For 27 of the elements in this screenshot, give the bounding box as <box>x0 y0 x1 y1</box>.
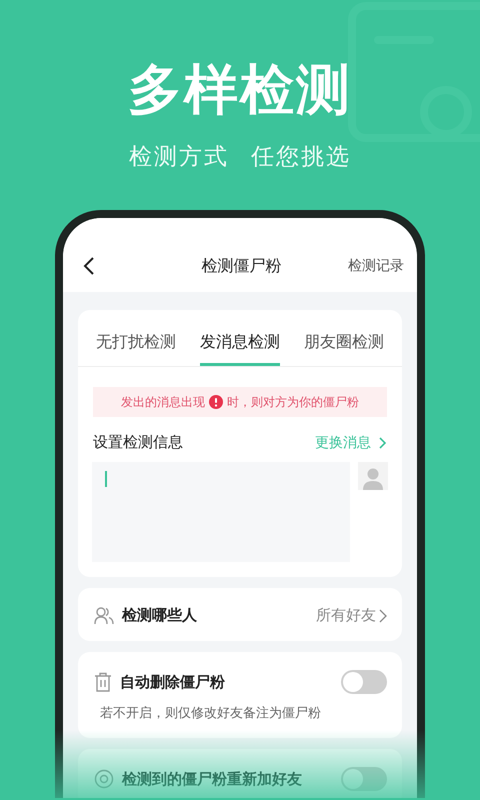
page-title: 检测僵尸粉 <box>202 256 282 276</box>
tab[interactable]: 无打扰检测 <box>96 330 176 366</box>
setting-label: 自动删除僵尸粉 <box>120 672 226 692</box>
trash-icon <box>94 672 112 692</box>
toggle-switch[interactable] <box>341 670 387 694</box>
setting-description: 若不开启，则仅修改好友备注为僵尸粉 <box>99 705 322 722</box>
back-icon[interactable] <box>83 256 95 276</box>
toggle-switch[interactable] <box>341 767 387 791</box>
avatar-icon <box>358 462 388 490</box>
chevron-icon <box>379 436 387 448</box>
setting-label: 检测哪些人 <box>122 606 198 625</box>
history-link[interactable]: 检测记录 <box>348 257 404 275</box>
tab[interactable]: 朋友圈检测 <box>304 330 384 366</box>
subtitle: 检测方式 <box>129 143 229 172</box>
people-icon <box>94 606 114 624</box>
notice-text: 时，则对方为你的僵尸粉 <box>227 394 359 410</box>
circle-icon <box>94 769 114 789</box>
notice-text: 发出的消息出现 <box>121 394 205 410</box>
setting-label: 检测到的僵尸粉重新加好友 <box>122 770 303 788</box>
section-label: 设置检测信息 <box>93 433 183 452</box>
tab[interactable]: 发消息检测 <box>200 330 280 366</box>
friends-selector[interactable]: 所有好友 <box>316 606 387 625</box>
alert-icon <box>209 395 223 409</box>
message-field[interactable] <box>92 462 350 562</box>
chevron-icon <box>379 608 387 622</box>
headline: 多样检测 <box>128 60 352 120</box>
subtitle: 任您挑选 <box>251 143 351 172</box>
